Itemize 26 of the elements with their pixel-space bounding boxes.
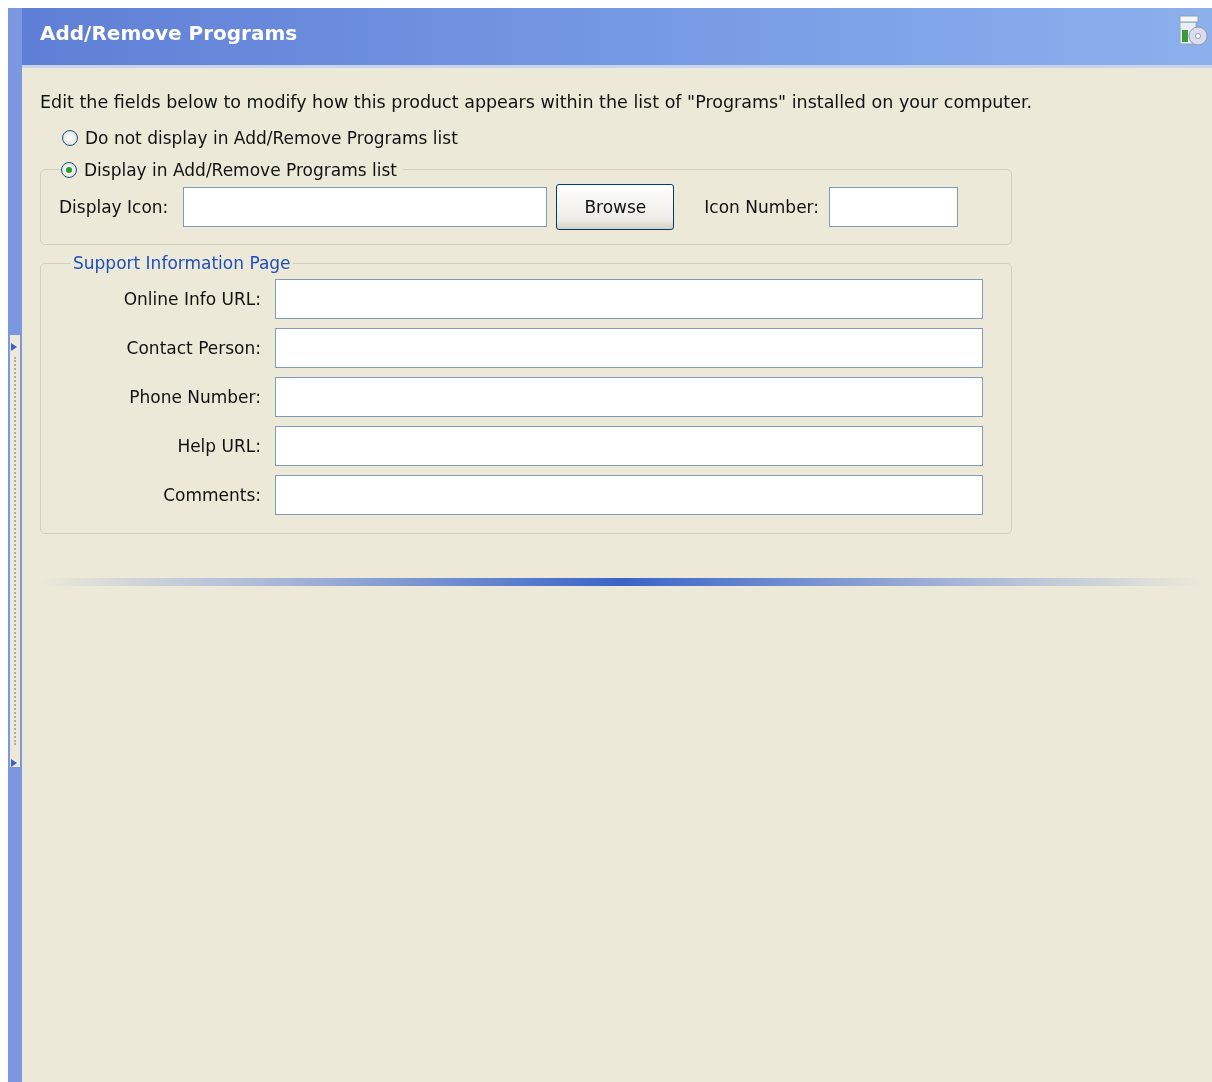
- group-title: Support Information Page: [73, 253, 291, 273]
- field-label: Icon Number:: [704, 197, 819, 217]
- input-field[interactable]: [275, 328, 983, 368]
- input-field[interactable]: [275, 475, 983, 515]
- instruction-text: Edit the fields below to modify how this product appears within the list of "Programs" installed on your computer.: [40, 92, 1034, 112]
- input-field[interactable]: [183, 187, 548, 227]
- arrow-icon: [11, 343, 17, 351]
- input-field[interactable]: [829, 187, 958, 227]
- field-label: Online Info URL:: [123, 289, 261, 309]
- radio-option[interactable]: Display in Add/Remove Programs list: [61, 160, 397, 180]
- splitter-handle[interactable]: [10, 335, 20, 767]
- input-field[interactable]: [275, 377, 983, 417]
- software-box-icon: [1178, 12, 1208, 48]
- field-label: Phone Number:: [129, 387, 261, 407]
- radio-option[interactable]: Do not display in Add/Remove Programs list: [62, 128, 458, 148]
- arrow-icon: [11, 759, 17, 767]
- field-label: Help URL:: [177, 436, 261, 456]
- page-title: Add/Remove Programs: [40, 21, 298, 45]
- input-field[interactable]: [275, 279, 983, 319]
- browse-button[interactable]: Browse: [556, 184, 675, 230]
- field-label: Contact Person:: [126, 338, 261, 358]
- radio-button[interactable]: [61, 162, 77, 178]
- field-label: Display Icon:: [59, 197, 169, 217]
- radio-button[interactable]: [62, 130, 78, 146]
- input-field[interactable]: [275, 426, 983, 466]
- field-label: Comments:: [163, 485, 261, 505]
